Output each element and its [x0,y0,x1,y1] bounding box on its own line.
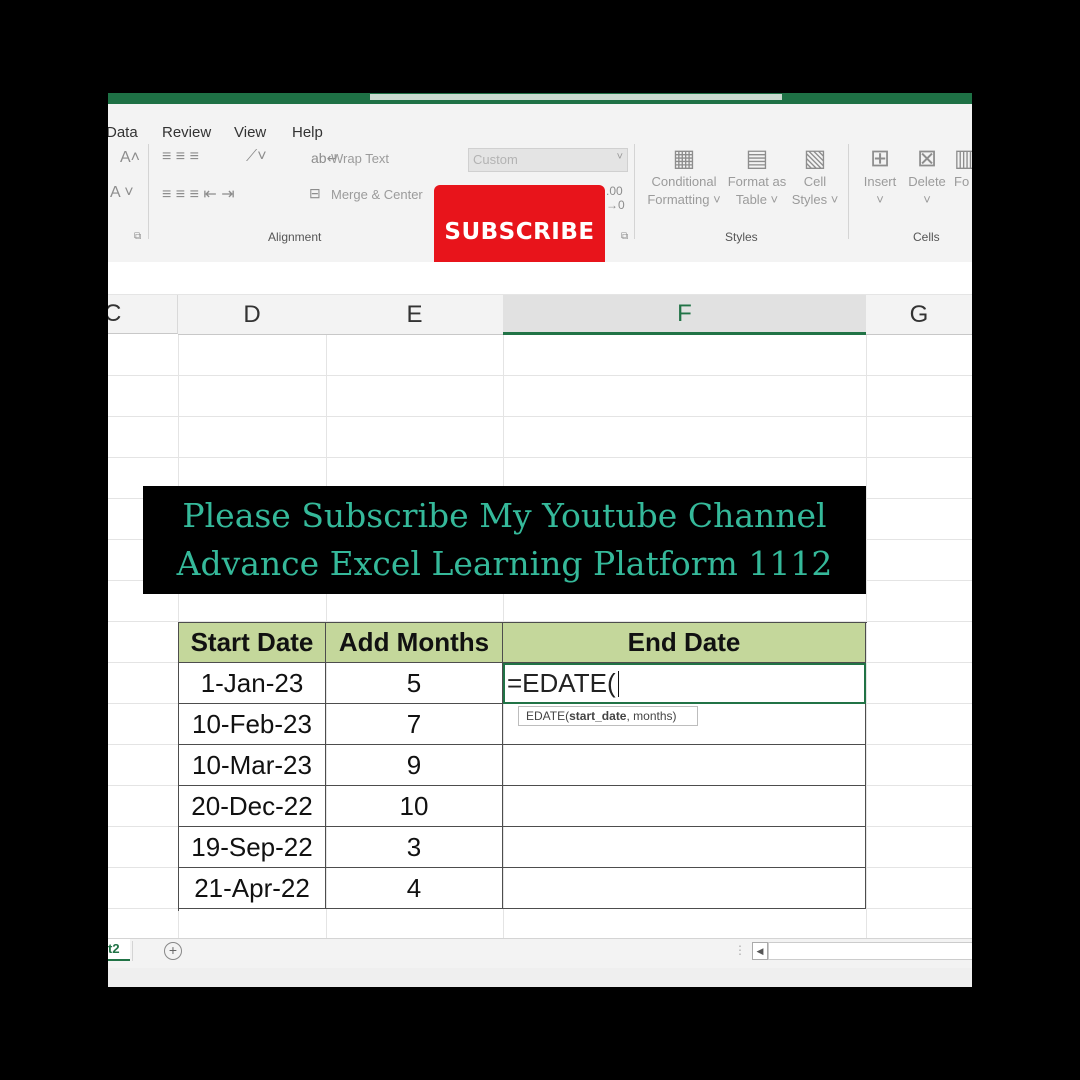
conditional-formatting-icon: ▦ [672,145,696,172]
title-bar [108,93,972,104]
status-bar [108,968,972,987]
table-row: 10-Mar-23 9 [179,745,867,786]
align-top-icon[interactable]: ≡ ≡ ≡ [162,148,199,166]
column-header-f[interactable]: F [503,295,867,335]
sheet-tab-bar: t2 + ⋮ ◀ [108,938,972,969]
dialog-launcher-icon[interactable]: ⧉ [134,231,141,242]
table-row: 19-Sep-22 3 [179,827,867,868]
add-months-cell[interactable]: 7 [326,704,503,745]
insert-icon: ⊞ [869,145,891,172]
formula-input[interactable]: =EDATE( [507,668,616,699]
column-header-e[interactable]: E [326,295,504,335]
add-sheet-icon[interactable]: + [164,942,182,960]
font-grow-icon[interactable]: A˄ [120,149,140,167]
add-months-cell[interactable]: 10 [326,786,503,827]
scroll-left-icon[interactable]: ◀ [752,942,768,960]
start-date-cell[interactable]: 10-Feb-23 [179,704,326,745]
menu-review[interactable]: Review [162,124,211,141]
column-header-c[interactable]: C [108,295,178,334]
banner-line-2: Advance Excel Learning Platform 1112 [176,544,833,583]
chevron-down-icon: ˅ [616,151,623,163]
table-row: 21-Apr-22 4 [179,868,867,909]
delete-button[interactable]: ⊠ Delete ˅ [906,144,948,209]
end-date-cell[interactable] [503,827,866,868]
font-color-icon[interactable]: A ˅ [110,184,134,202]
column-header-g[interactable]: G [866,295,972,335]
start-date-cell[interactable]: 19-Sep-22 [179,827,326,868]
number-format-select[interactable]: Custom ˅ [468,148,628,172]
conditional-formatting-button[interactable]: ▦ Conditional Formatting ˅ [644,144,724,224]
group-label-alignment: Alignment [268,230,322,244]
end-date-cell-active[interactable]: =EDATE( [503,663,866,704]
start-date-cell[interactable]: 20-Dec-22 [179,786,326,827]
number-launcher-icon[interactable]: ⧉ [621,231,628,242]
start-date-cell[interactable]: 10-Mar-23 [179,745,326,786]
menu-view[interactable]: View [234,124,266,141]
decrease-decimal-icon[interactable]: .00 →0 [606,184,625,212]
orientation-icon[interactable]: ⟋˅ [246,148,267,166]
add-months-cell[interactable]: 4 [326,868,503,909]
group-label-styles: Styles [725,230,758,244]
splitter-icon[interactable]: ⋮ [734,943,746,957]
end-date-cell[interactable] [503,868,866,909]
start-date-cell[interactable]: 21-Apr-22 [179,868,326,909]
end-date-cell[interactable] [503,745,866,786]
start-date-cell[interactable]: 1-Jan-23 [179,663,326,704]
add-months-cell[interactable]: 9 [326,745,503,786]
group-label-cells: Cells [913,230,940,244]
tooltip-current-arg[interactable]: start_date [569,709,626,723]
merge-center-button[interactable]: Merge & Center [331,186,423,204]
text-cursor [617,670,619,697]
header-add-months[interactable]: Add Months [326,623,503,663]
format-button[interactable]: ▥ Fo [954,144,972,191]
table-row: 1-Jan-23 5 =EDATE( [179,663,867,704]
table-header-row: Start Date Add Months End Date [179,623,867,663]
table-row: 20-Dec-22 10 [179,786,867,827]
end-date-cell[interactable] [503,786,866,827]
sheet-tab[interactable]: t2 [108,939,130,961]
merge-icon: ⊟ [309,185,321,201]
header-end-date[interactable]: End Date [503,623,866,663]
add-months-cell[interactable]: 3 [326,827,503,868]
menu-help[interactable]: Help [292,124,323,141]
cell-styles-icon: ▧ [803,145,827,172]
menu-data[interactable]: Data [108,124,138,141]
cell-styles-button[interactable]: ▧ Cell Styles ˅ [790,144,840,224]
channel-banner: Please Subscribe My Youtube Channel Adva… [143,486,866,594]
format-icon: ▥ [954,145,972,172]
format-table-icon: ▤ [745,145,769,172]
delete-icon: ⊠ [916,145,938,172]
insert-button[interactable]: ⊞ Insert ˅ [860,144,900,209]
format-as-table-button[interactable]: ▤ Format as Table ˅ [724,144,790,224]
formula-bar[interactable] [108,262,972,295]
wrap-text-button[interactable]: Wrap Text [331,150,389,168]
header-start-date[interactable]: Start Date [179,623,326,663]
horizontal-scrollbar[interactable] [768,942,972,960]
add-months-cell[interactable]: 5 [326,663,503,704]
excel-window: Data Review View Help A˄ A ˅ ≡ ≡ ≡ ⟋˅ ≡ … [108,93,972,987]
function-tooltip[interactable]: EDATE(start_date, months) [518,706,698,726]
align-left-icon[interactable]: ≡ ≡ ≡ ⇤ ⇥ [162,184,235,204]
column-header-d[interactable]: D [178,295,327,335]
banner-line-1: Please Subscribe My Youtube Channel [182,496,827,535]
data-table: Start Date Add Months End Date 1-Jan-23 … [178,622,867,911]
